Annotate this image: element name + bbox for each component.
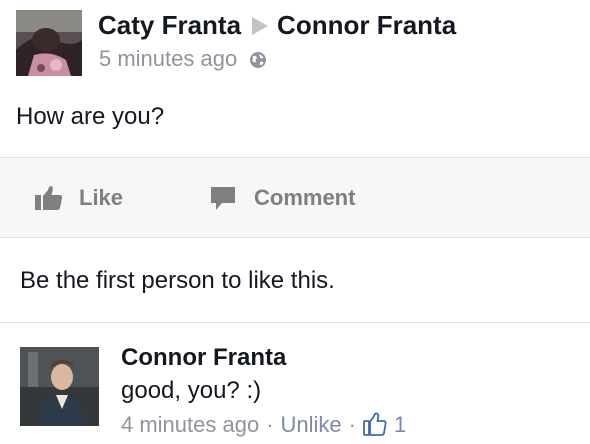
meta-separator: · — [348, 412, 356, 437]
comment-item: Connor Franta good, you? :) 4 minutes ag… — [0, 330, 590, 443]
speech-bubble-icon — [211, 187, 235, 210]
like-label: Like — [79, 185, 124, 210]
meta-separator: · — [266, 412, 274, 437]
comment-button[interactable]: Comment — [210, 182, 380, 214]
divider — [0, 322, 590, 323]
thumbs-up-icon — [35, 186, 63, 210]
post-timestamp[interactable]: 5 minutes ago — [99, 46, 237, 71]
post-participants: Caty Franta Connor Franta — [98, 8, 456, 42]
like-button[interactable]: Like — [35, 182, 135, 214]
post-meta: 5 minutes ago — [99, 44, 267, 77]
comment-timestamp[interactable]: 4 minutes ago — [121, 412, 259, 437]
comment-label: Comment — [254, 185, 356, 210]
author-avatar[interactable] — [16, 10, 82, 76]
post-author-name[interactable]: Caty Franta — [98, 10, 241, 40]
action-bar: Like Comment — [0, 157, 590, 238]
posted-to-arrow-icon — [252, 17, 269, 35]
commenter-avatar[interactable] — [20, 347, 99, 426]
post-header: Caty Franta Connor Franta 5 minutes ago — [0, 0, 590, 88]
globe-icon — [249, 47, 267, 77]
likes-summary: Be the first person to like this. — [20, 267, 335, 294]
blue-thumbs-up-icon — [363, 412, 387, 444]
comment-text: good, you? :) — [121, 377, 262, 404]
comment-author-name[interactable]: Connor Franta — [121, 342, 286, 374]
post-body-text: How are you? — [16, 103, 165, 130]
author-avatar-image — [16, 10, 82, 76]
comment-like-count[interactable]: 1 — [394, 412, 406, 437]
comment-meta: 4 minutes ago · Unlike · 1 — [121, 410, 406, 444]
commenter-avatar-image — [20, 347, 99, 426]
post-target-name[interactable]: Connor Franta — [277, 10, 456, 40]
unlike-link[interactable]: Unlike — [281, 412, 342, 437]
